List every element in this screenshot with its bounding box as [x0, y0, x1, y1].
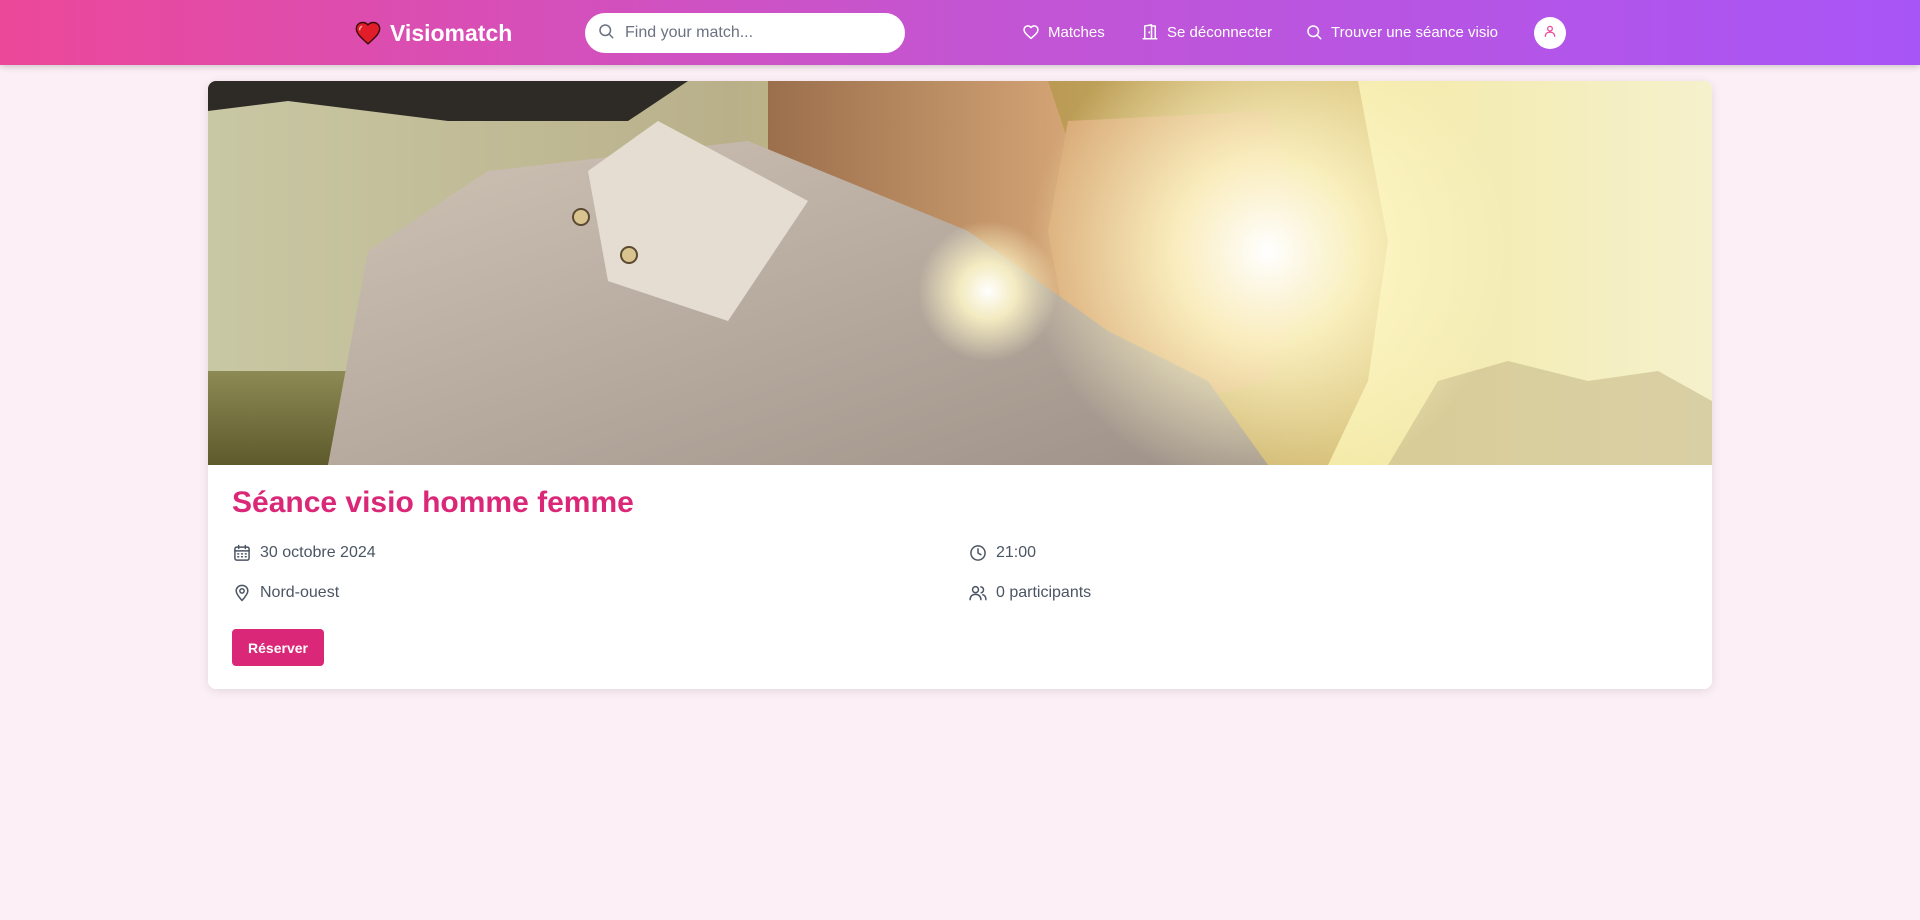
nav-link-find-session-label: Trouver une séance visio: [1331, 23, 1499, 41]
nav-link-logout-label: Se déconnecter: [1167, 23, 1273, 41]
search-icon: [1305, 23, 1323, 41]
heart-icon: [354, 19, 382, 47]
event-image: [208, 81, 1712, 465]
heart-outline-icon: [1022, 23, 1040, 41]
map-pin-icon: [232, 583, 252, 603]
event-date: 30 octobre 2024: [232, 541, 376, 565]
event-time: 21:00: [968, 541, 1036, 565]
top-navbar: Visiomatch Matches Se déconnecter: [0, 0, 1920, 65]
event-title: Séance visio homme femme: [232, 486, 634, 519]
event-participants: 0 participants: [968, 581, 1091, 605]
nav-link-matches-label: Matches: [1048, 23, 1105, 41]
nav-link-find-session[interactable]: Trouver une séance visio: [1305, 20, 1498, 44]
user-icon: [1543, 24, 1557, 43]
event-location-text: Nord-ouest: [260, 584, 340, 601]
search-icon: [597, 22, 615, 45]
calendar-icon: [232, 543, 252, 563]
door-icon: [1141, 23, 1159, 41]
nav-link-matches[interactable]: Matches: [1022, 20, 1105, 44]
event-participants-text: 0 participants: [996, 584, 1092, 601]
user-avatar-button[interactable]: [1534, 17, 1566, 49]
event-card: Séance visio homme femme 30 octobre 2024…: [208, 81, 1712, 689]
event-date-text: 30 octobre 2024: [260, 544, 376, 561]
event-time-text: 21:00: [996, 544, 1037, 561]
clock-icon: [968, 543, 988, 563]
brand-logo[interactable]: Visiomatch: [354, 17, 512, 49]
users-icon: [968, 583, 988, 603]
search-bar: [585, 13, 905, 53]
search-input[interactable]: [625, 24, 885, 42]
nav-link-logout[interactable]: Se déconnecter: [1141, 20, 1272, 44]
reserve-button[interactable]: Réserver: [232, 629, 324, 666]
event-location: Nord-ouest: [232, 581, 339, 605]
brand-name: Visiomatch: [390, 19, 513, 46]
